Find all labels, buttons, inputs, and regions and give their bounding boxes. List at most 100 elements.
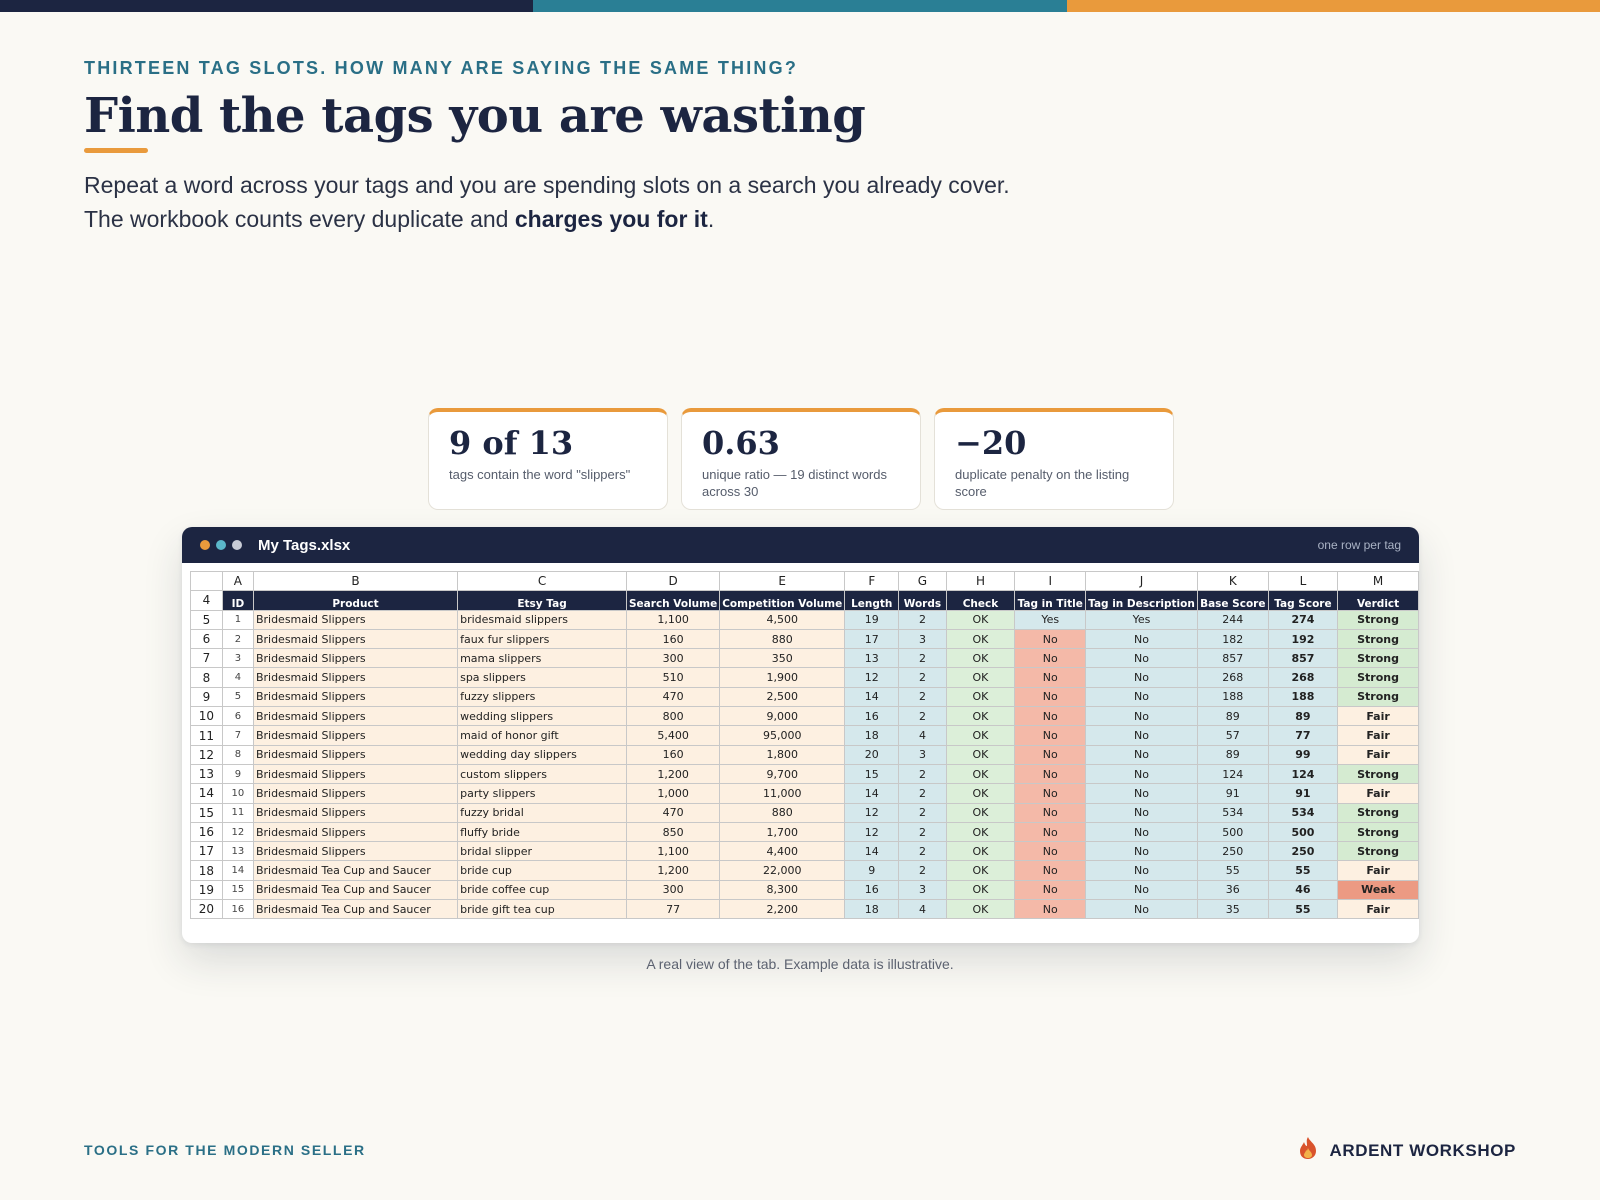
cell-a[interactable]: 13 — [221, 841, 254, 862]
cell-b[interactable]: Bridesmaid Slippers — [252, 706, 459, 727]
minimize-dot-icon[interactable] — [216, 540, 226, 550]
cell-g[interactable]: 3 — [898, 744, 947, 765]
cell-f[interactable]: 12 — [844, 802, 900, 823]
row-number[interactable]: 19 — [190, 879, 223, 901]
cell-i[interactable]: No — [1014, 725, 1087, 746]
cell-i[interactable]: No — [1014, 628, 1087, 650]
cell-g[interactable]: 4 — [898, 725, 947, 746]
column-letter-m[interactable]: M — [1337, 570, 1419, 592]
cell-a[interactable]: 1 — [221, 609, 254, 630]
cell-l[interactable]: 192 — [1267, 628, 1339, 650]
cell-k[interactable]: 534 — [1196, 802, 1269, 823]
cell-d[interactable]: 470 — [625, 802, 721, 823]
header-cell[interactable]: Product — [252, 590, 459, 611]
cell-j[interactable]: No — [1085, 763, 1198, 785]
cell-c[interactable]: mama slippers — [457, 648, 627, 669]
row-number[interactable]: 15 — [190, 802, 223, 823]
cell-d[interactable]: 1,100 — [625, 609, 721, 630]
cell-m[interactable]: Strong — [1337, 841, 1419, 862]
cell-m[interactable]: Fair — [1337, 783, 1419, 804]
cell-k[interactable]: 36 — [1196, 879, 1269, 901]
cell-j[interactable]: No — [1085, 783, 1198, 804]
row-number[interactable]: 5 — [190, 609, 223, 630]
cell-a[interactable]: 8 — [221, 744, 254, 765]
cell-e[interactable]: 95,000 — [719, 725, 846, 746]
header-cell[interactable]: ID — [221, 590, 254, 611]
row-number[interactable]: 9 — [190, 686, 223, 708]
row-number[interactable]: 7 — [190, 648, 223, 669]
row-number[interactable]: 4 — [190, 590, 223, 611]
cell-i[interactable]: No — [1014, 821, 1087, 843]
cell-j[interactable]: No — [1085, 841, 1198, 862]
cell-a[interactable]: 15 — [221, 879, 254, 901]
cell-m[interactable]: Strong — [1337, 628, 1419, 650]
cell-f[interactable]: 13 — [844, 648, 900, 669]
cell-e[interactable]: 9,000 — [719, 706, 846, 727]
cell-d[interactable]: 1,200 — [625, 860, 721, 881]
cell-i[interactable]: No — [1014, 860, 1087, 881]
cell-c[interactable]: bride cup — [457, 860, 627, 881]
cell-m[interactable]: Fair — [1337, 899, 1419, 920]
cell-k[interactable]: 188 — [1196, 686, 1269, 708]
cell-h[interactable]: OK — [945, 783, 1016, 804]
cell-i[interactable]: No — [1014, 802, 1087, 823]
column-letter-g[interactable]: G — [898, 570, 947, 592]
cell-a[interactable]: 7 — [221, 725, 254, 746]
cell-m[interactable]: Strong — [1337, 821, 1419, 843]
row-number[interactable]: 10 — [190, 706, 223, 727]
cell-d[interactable]: 1,000 — [625, 783, 721, 804]
header-cell[interactable]: Etsy Tag — [457, 590, 627, 611]
row-number[interactable]: 18 — [190, 860, 223, 881]
cell-h[interactable]: OK — [945, 628, 1016, 650]
header-cell[interactable]: Verdict — [1337, 590, 1419, 611]
column-letter-h[interactable]: H — [945, 570, 1016, 592]
cell-k[interactable]: 500 — [1196, 821, 1269, 843]
row-number[interactable]: 12 — [190, 744, 223, 765]
cell-e[interactable]: 880 — [719, 802, 846, 823]
cell-i[interactable]: No — [1014, 744, 1087, 765]
cell-a[interactable]: 14 — [221, 860, 254, 881]
cell-a[interactable]: 11 — [221, 802, 254, 823]
row-number[interactable]: 16 — [190, 821, 223, 843]
cell-l[interactable]: 268 — [1267, 667, 1339, 688]
cell-b[interactable]: Bridesmaid Slippers — [252, 841, 459, 862]
cell-k[interactable]: 55 — [1196, 860, 1269, 881]
row-number[interactable]: 20 — [190, 899, 223, 920]
cell-a[interactable]: 10 — [221, 783, 254, 804]
cell-h[interactable]: OK — [945, 725, 1016, 746]
cell-e[interactable]: 4,500 — [719, 609, 846, 630]
column-letter-k[interactable]: K — [1196, 570, 1269, 592]
cell-j[interactable]: No — [1085, 821, 1198, 843]
cell-d[interactable]: 160 — [625, 628, 721, 650]
row-number[interactable]: 6 — [190, 628, 223, 650]
cell-m[interactable]: Strong — [1337, 686, 1419, 708]
cell-i[interactable]: No — [1014, 667, 1087, 688]
cell-c[interactable]: faux fur slippers — [457, 628, 627, 650]
column-letter-b[interactable]: B — [252, 570, 459, 592]
cell-d[interactable]: 850 — [625, 821, 721, 843]
cell-f[interactable]: 17 — [844, 628, 900, 650]
cell-e[interactable]: 11,000 — [719, 783, 846, 804]
cell-g[interactable]: 2 — [898, 706, 947, 727]
cell-f[interactable]: 12 — [844, 667, 900, 688]
cell-f[interactable]: 14 — [844, 783, 900, 804]
cell-e[interactable]: 22,000 — [719, 860, 846, 881]
cell-i[interactable]: No — [1014, 879, 1087, 901]
header-cell[interactable]: Search Volume — [625, 590, 721, 611]
cell-g[interactable]: 2 — [898, 821, 947, 843]
cell-b[interactable]: Bridesmaid Slippers — [252, 648, 459, 669]
cell-d[interactable]: 470 — [625, 686, 721, 708]
cell-l[interactable]: 55 — [1267, 899, 1339, 920]
cell-i[interactable]: Yes — [1014, 609, 1087, 630]
cell-j[interactable]: No — [1085, 706, 1198, 727]
cell-f[interactable]: 14 — [844, 841, 900, 862]
cell-b[interactable]: Bridesmaid Slippers — [252, 821, 459, 843]
column-letter-e[interactable]: E — [719, 570, 846, 592]
cell-i[interactable]: No — [1014, 648, 1087, 669]
cell-l[interactable]: 500 — [1267, 821, 1339, 843]
cell-f[interactable]: 18 — [844, 899, 900, 920]
cell-f[interactable]: 12 — [844, 821, 900, 843]
cell-e[interactable]: 2,200 — [719, 899, 846, 920]
cell-c[interactable]: maid of honor gift — [457, 725, 627, 746]
cell-d[interactable]: 1,200 — [625, 763, 721, 785]
